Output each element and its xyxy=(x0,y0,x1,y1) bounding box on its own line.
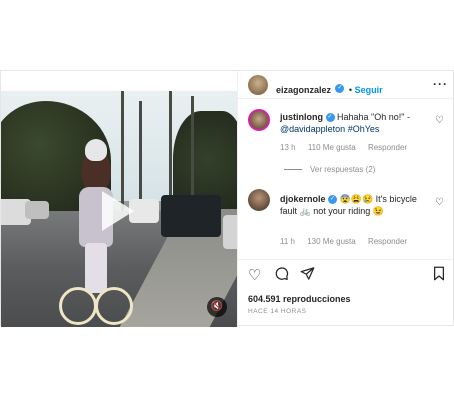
like-icon[interactable]: ♡ xyxy=(248,266,261,284)
bicycle-emoji: 🚲 xyxy=(299,206,311,216)
video-car xyxy=(223,215,237,249)
video-palm xyxy=(139,101,142,211)
video-player[interactable]: 🔇 xyxy=(1,91,237,327)
instagram-post: 🔇 eizagonzalez ✓ • Seguir ··· justinlong… xyxy=(0,70,454,327)
video-palm xyxy=(191,96,194,211)
avatar[interactable] xyxy=(248,109,270,131)
view-replies-label: Ver respuestas (2) xyxy=(310,165,376,174)
comment-username[interactable]: justinlong xyxy=(280,112,323,122)
more-options-icon[interactable]: ··· xyxy=(433,77,448,91)
share-icon[interactable] xyxy=(300,266,315,285)
comment-time[interactable]: 11 h xyxy=(280,237,295,246)
video-car xyxy=(25,201,49,219)
comment-mention[interactable]: @davidappleton xyxy=(280,124,345,134)
avatar[interactable] xyxy=(248,189,270,211)
comment-likes[interactable]: 130 Me gusta xyxy=(307,237,355,246)
post-sidebar: eizagonzalez ✓ • Seguir ··· justinlong ✓… xyxy=(237,71,454,327)
comment-likes[interactable]: 110 Me gusta xyxy=(308,143,356,152)
author-username[interactable]: eizagonzalez xyxy=(276,85,331,95)
reply-button[interactable]: Responder xyxy=(368,143,407,152)
video-bicycle xyxy=(59,259,139,327)
comment-meta: 13 h 110 Me gusta Responder xyxy=(280,143,417,152)
comment-hashtag[interactable]: #OhYes xyxy=(348,124,380,134)
comment-time[interactable]: 13 h xyxy=(280,143,296,152)
save-icon[interactable] xyxy=(432,266,446,285)
avatar[interactable] xyxy=(248,75,268,95)
post-header: eizagonzalez ✓ • Seguir ··· xyxy=(238,71,454,99)
mute-icon[interactable]: 🔇 xyxy=(207,297,227,317)
comment-icon[interactable] xyxy=(274,266,289,285)
video-palm xyxy=(169,91,172,209)
wink-emoji: 😉 xyxy=(372,206,384,216)
like-comment-icon[interactable]: ♡ xyxy=(435,197,444,208)
comments-list: justinlong ✓ Hahaha "Oh no!" - @davidapp… xyxy=(238,99,454,259)
like-comment-icon[interactable]: ♡ xyxy=(435,115,444,126)
verified-icon: ✓ xyxy=(335,84,345,94)
views-count[interactable]: 604.591 reproducciones xyxy=(248,294,351,304)
follow-button[interactable]: Seguir xyxy=(355,85,383,95)
post-timestamp[interactable]: HACE 14 HORAS xyxy=(248,308,307,315)
comment-text: Hahaha "Oh no!" - xyxy=(337,112,410,122)
verified-icon: ✓ xyxy=(325,113,335,123)
play-icon[interactable] xyxy=(102,191,134,231)
comment-emoji: 😨😩😢 xyxy=(339,194,374,204)
comment-text: not your riding xyxy=(310,206,373,216)
post-actions: ♡ 604.591 reproducciones HACE 14 HORAS xyxy=(238,259,454,327)
divider xyxy=(284,169,302,171)
comment-username[interactable]: djokernole xyxy=(280,194,326,204)
view-replies-button[interactable]: Ver respuestas (2) xyxy=(284,165,375,174)
verified-icon: ✓ xyxy=(328,195,338,205)
reply-button[interactable]: Responder xyxy=(368,237,407,246)
video-car xyxy=(161,195,221,237)
comment-meta: 11 h 130 Me gusta Responder xyxy=(280,237,417,246)
